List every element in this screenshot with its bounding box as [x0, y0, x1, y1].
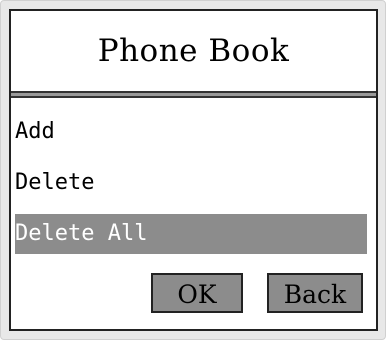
menu-item-add[interactable]: Add — [11, 112, 371, 152]
title-divider — [11, 91, 376, 98]
back-button[interactable]: Back — [267, 273, 363, 313]
ok-button[interactable]: OK — [151, 273, 243, 313]
page-title: Phone Book — [97, 33, 290, 69]
menu-item-delete[interactable]: Delete — [11, 163, 371, 203]
menu-item-delete-all[interactable]: Delete All — [15, 214, 367, 254]
phone-book-screen: Phone Book Add Delete Delete All OK Back — [9, 9, 378, 331]
device-frame: Phone Book Add Delete Delete All OK Back — [0, 0, 386, 340]
